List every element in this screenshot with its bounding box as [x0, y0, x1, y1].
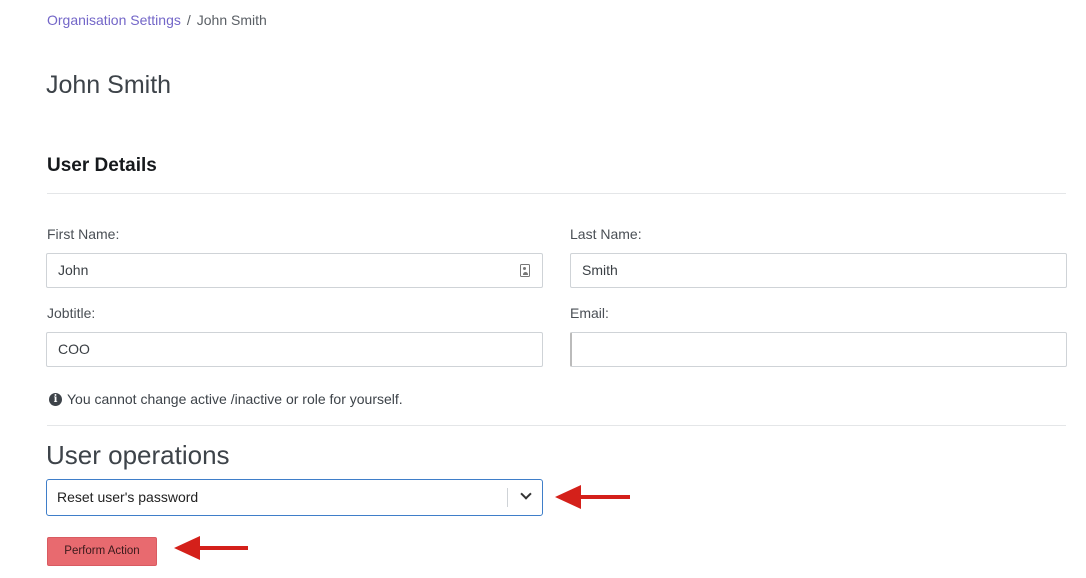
user-settings-page: Organisation Settings / John Smith John Sm… — [0, 0, 1086, 578]
breadcrumb-current: John Smith — [196, 12, 267, 28]
select-separator — [507, 488, 508, 507]
contact-card-icon[interactable] — [520, 264, 530, 277]
section-title-user-operations: User operations — [46, 440, 230, 470]
red-arrow-icon — [174, 536, 248, 560]
user-operation-selected-value: Reset user's password — [57, 489, 199, 505]
first-name-field[interactable]: John — [46, 253, 543, 288]
info-note: i You cannot change active /inactive or … — [49, 391, 403, 407]
breadcrumb: Organisation Settings / John Smith — [47, 12, 267, 28]
page-title: John Smith — [46, 71, 172, 99]
red-arrow-icon — [555, 485, 630, 509]
info-note-text: You cannot change active /inactive or ro… — [67, 391, 403, 407]
user-operation-select[interactable]: Reset user's password — [46, 479, 543, 516]
breadcrumb-separator: / — [186, 12, 191, 28]
first-name-label: First Name: — [47, 226, 120, 242]
email-field[interactable] — [570, 332, 1067, 367]
last-name-label: Last Name: — [570, 226, 642, 242]
section-divider — [47, 425, 1066, 426]
perform-action-button[interactable]: Perform Action — [47, 537, 157, 566]
info-circle-icon: i — [49, 392, 62, 406]
jobtitle-label: Jobtitle: — [47, 305, 96, 321]
last-name-field[interactable]: Smith — [570, 253, 1067, 288]
last-name-value: Smith — [582, 262, 618, 278]
first-name-value: John — [58, 262, 89, 278]
section-title-user-details: User Details — [47, 155, 157, 176]
jobtitle-value: COO — [58, 341, 90, 357]
email-label: Email: — [570, 305, 609, 321]
chevron-down-icon[interactable] — [520, 488, 532, 500]
jobtitle-field[interactable]: COO — [46, 332, 543, 367]
breadcrumb-link-organisation-settings[interactable]: Organisation Settings — [47, 12, 181, 28]
section-divider — [47, 193, 1066, 194]
